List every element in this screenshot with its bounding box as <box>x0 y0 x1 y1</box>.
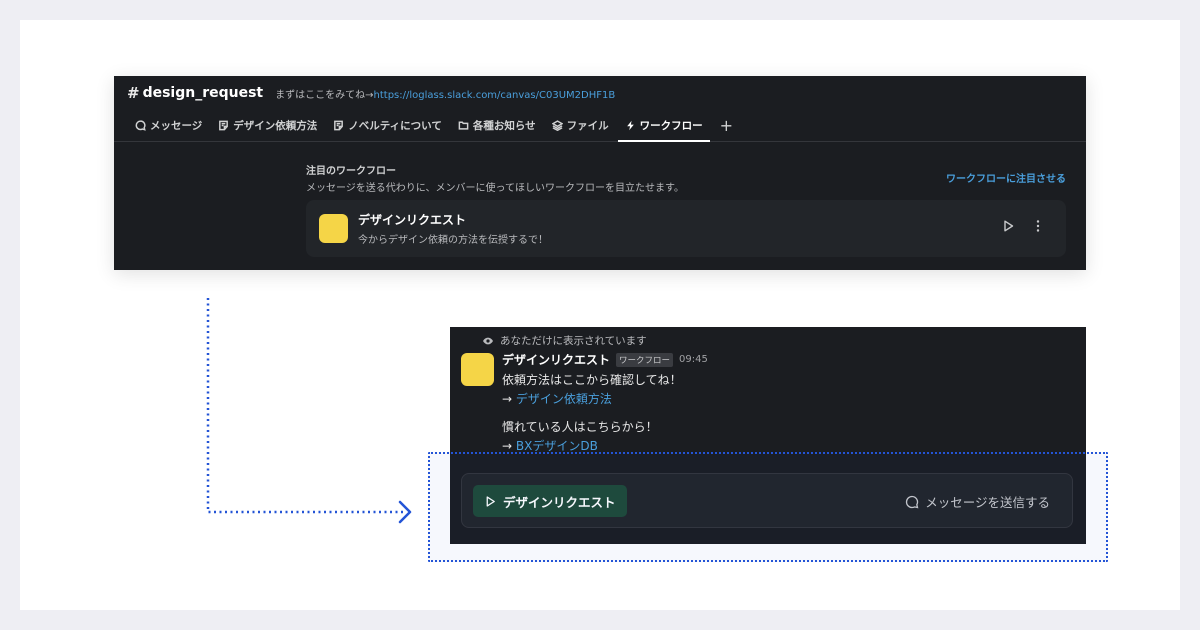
layers-icon <box>551 120 563 131</box>
message-author[interactable]: デザインリクエスト <box>502 351 610 368</box>
message-time[interactable]: 09:45 <box>679 354 708 365</box>
folder-icon <box>458 121 469 130</box>
message-line: 慣れている人はこちらから！ <box>502 420 658 434</box>
message-panel: あなただけに表示されています デザインリクエスト ワークフロー 09:45 依頼… <box>450 327 1086 544</box>
workflow-subtitle: 今からデザイン依頼の方法を伝授するで！ <box>358 235 548 246</box>
tab-label: デザイン依頼方法 <box>233 120 318 132</box>
message-body: 依頼方法はここから確認してね！ → デザイン依頼方法 慣れている人はこちらから！… <box>502 371 682 456</box>
chat-bubble-icon <box>135 120 146 131</box>
tab-files[interactable]: ファイル <box>545 110 616 141</box>
tab-design-request-method[interactable]: デザイン依頼方法 <box>211 110 324 141</box>
channel-topic-text: まずはここをみてね→ <box>275 89 374 101</box>
canvas-icon <box>334 120 344 131</box>
tab-workflow[interactable]: ワークフロー <box>617 110 710 142</box>
play-icon <box>486 495 495 507</box>
eye-icon <box>483 337 493 344</box>
tab-announcements[interactable]: 各種お知らせ <box>451 110 543 141</box>
channel-name-label: design_request <box>142 85 264 101</box>
channel-tabs: メッセージ デザイン依頼方法 ノベルティについて 各種お知らせ ファイル ワーク… <box>114 110 1086 142</box>
message-line: 依頼方法はここから確認してね！ <box>502 373 682 387</box>
workflow-name: デザインリクエスト <box>358 213 467 227</box>
channel-name[interactable]: # design_request <box>127 84 263 102</box>
workflow-avatar <box>319 214 348 243</box>
ephemeral-text: あなただけに表示されています <box>500 335 647 347</box>
tab-messages[interactable]: メッセージ <box>128 110 209 141</box>
tab-label: メッセージ <box>150 120 203 132</box>
workflow-action-bar: デザインリクエスト メッセージを送信する <box>461 473 1073 528</box>
channel-topic: まずはここをみてね→https://loglass.slack.com/canv… <box>275 86 615 101</box>
more-vertical-icon[interactable] <box>1030 218 1046 234</box>
arrow-text: → <box>502 392 516 406</box>
play-icon[interactable] <box>1000 218 1016 234</box>
channel-header: # design_request まずはここをみてね→https://logla… <box>114 76 1086 110</box>
lightning-icon <box>626 120 634 131</box>
channel-panel: # design_request まずはここをみてね→https://logla… <box>114 76 1086 270</box>
send-message-label: メッセージを送信する <box>925 495 1050 510</box>
bx-design-db-link[interactable]: BXデザインDB <box>516 439 598 453</box>
run-workflow-button[interactable]: デザインリクエスト <box>473 485 627 517</box>
add-tab-button[interactable]: + <box>712 110 741 141</box>
featured-workflow-header: 注目のワークフロー メッセージを送る代わりに、メンバーに使ってほしいワークフロー… <box>306 162 1066 194</box>
channel-topic-link[interactable]: https://loglass.slack.com/canvas/C03UM2D… <box>374 90 616 101</box>
canvas-icon <box>219 120 229 131</box>
workflow-badge: ワークフロー <box>616 352 674 367</box>
arrow-text: → <box>502 439 516 453</box>
tab-label: 各種お知らせ <box>472 120 536 132</box>
chat-bubble-icon <box>906 495 919 508</box>
hash-icon: # <box>127 84 140 102</box>
design-request-method-link[interactable]: デザイン依頼方法 <box>516 392 612 406</box>
tab-label: ワークフロー <box>639 120 703 132</box>
ephemeral-note: あなただけに表示されています <box>482 333 647 348</box>
feature-workflow-link[interactable]: ワークフローに注目させる <box>946 170 1066 185</box>
workflow-card[interactable]: デザインリクエスト 今からデザイン依頼の方法を伝授するで！ <box>306 200 1066 257</box>
tab-label: ノベルティについて <box>348 120 442 132</box>
run-workflow-label: デザインリクエスト <box>503 494 616 510</box>
send-message-button[interactable]: メッセージを送信する <box>905 492 1050 511</box>
tab-novelty[interactable]: ノベルティについて <box>326 110 449 141</box>
message-avatar[interactable] <box>461 353 494 386</box>
tab-label: ファイル <box>566 120 609 132</box>
